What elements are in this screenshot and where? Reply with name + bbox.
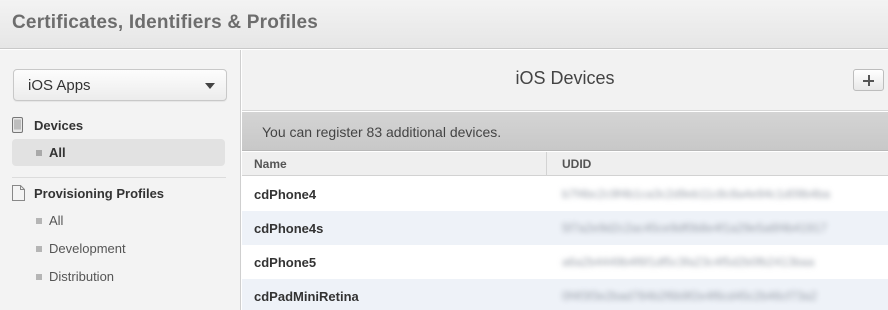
sidebar-section-devices[interactable]: Devices [12, 117, 222, 136]
column-divider [546, 152, 547, 176]
platform-select-value: iOS Apps [28, 77, 91, 94]
bullet-icon [36, 274, 42, 280]
sidebar-item-devices-all[interactable]: All [12, 139, 225, 166]
device-udid: b7f4bc2c9f4b1ca3c2d9eb11c8c8a4e94c1d09b4… [562, 187, 831, 201]
device-name: cdPadMiniRetina [254, 289, 359, 304]
bullet-icon [36, 150, 42, 156]
device-icon [12, 117, 23, 136]
bullet-icon [36, 246, 42, 252]
sidebar-item-profiles-all[interactable]: All [12, 207, 225, 234]
device-udid: 5f7a2e9d2c2ac45ce9df0b8e4f1a29e5a6f4b419… [562, 221, 827, 235]
sidebar-item-label: Development [49, 241, 126, 256]
sidebar-item-label: All [49, 213, 64, 228]
table-row[interactable]: cdPhone5 a6a2b4449b4f6f1df5c3fa23c4f5d2b… [242, 245, 888, 279]
platform-select[interactable]: iOS Apps [13, 69, 227, 101]
device-udid: a6a2b4449b4f6f1df5c3fa23c4f5d2b0fb2413ba… [562, 255, 815, 269]
sidebar-item-profiles-distribution[interactable]: Distribution [12, 263, 225, 290]
page-title: Certificates, Identifiers & Profiles [12, 12, 319, 33]
device-name: cdPhone5 [254, 255, 317, 270]
table-row[interactable]: cdPhone4s 5f7a2e9d2c2ac45ce9df0b8e4f1a29… [242, 211, 888, 245]
device-name: cdPhone4 [254, 187, 317, 202]
device-limit-notice: You can register 83 additional devices. [242, 112, 888, 151]
main-panel: iOS Devices You can register 83 addition… [242, 50, 888, 310]
panel-title: iOS Devices [515, 68, 615, 88]
panel-header: iOS Devices [242, 50, 888, 111]
sidebar-section-label: Provisioning Profiles [34, 186, 165, 201]
sidebar-section-label: Devices [34, 118, 84, 133]
sidebar-divider [12, 177, 226, 178]
column-header-udid[interactable]: UDID [562, 157, 591, 171]
top-bar: Certificates, Identifiers & Profiles [0, 0, 888, 49]
add-device-button[interactable] [853, 69, 884, 91]
table-header: Name UDID [242, 152, 888, 176]
sidebar-item-label: Distribution [49, 269, 115, 284]
table-row[interactable]: cdPhone4 b7f4bc2c9f4b1ca3c2d9eb11c8c8a4e… [242, 177, 888, 211]
sidebar-section-provisioning[interactable]: Provisioning Profiles [12, 185, 222, 204]
notice-text: You can register 83 additional devices. [262, 124, 502, 140]
sidebar-item-label: All [49, 145, 66, 160]
column-header-name[interactable]: Name [254, 157, 287, 171]
document-icon [12, 185, 25, 204]
chevron-down-icon [205, 83, 215, 89]
sidebar: iOS Apps Devices All Provisioning Profil… [0, 50, 241, 310]
device-udid: 0f4f3f3e2bad784b2f6b9f2e4f6cd45c2b46cf73… [562, 289, 817, 303]
bullet-icon [36, 218, 42, 224]
table-row[interactable]: cdPadMiniRetina 0f4f3f3e2bad784b2f6b9f2e… [242, 279, 888, 310]
device-name: cdPhone4s [254, 221, 324, 236]
sidebar-item-profiles-development[interactable]: Development [12, 235, 225, 262]
